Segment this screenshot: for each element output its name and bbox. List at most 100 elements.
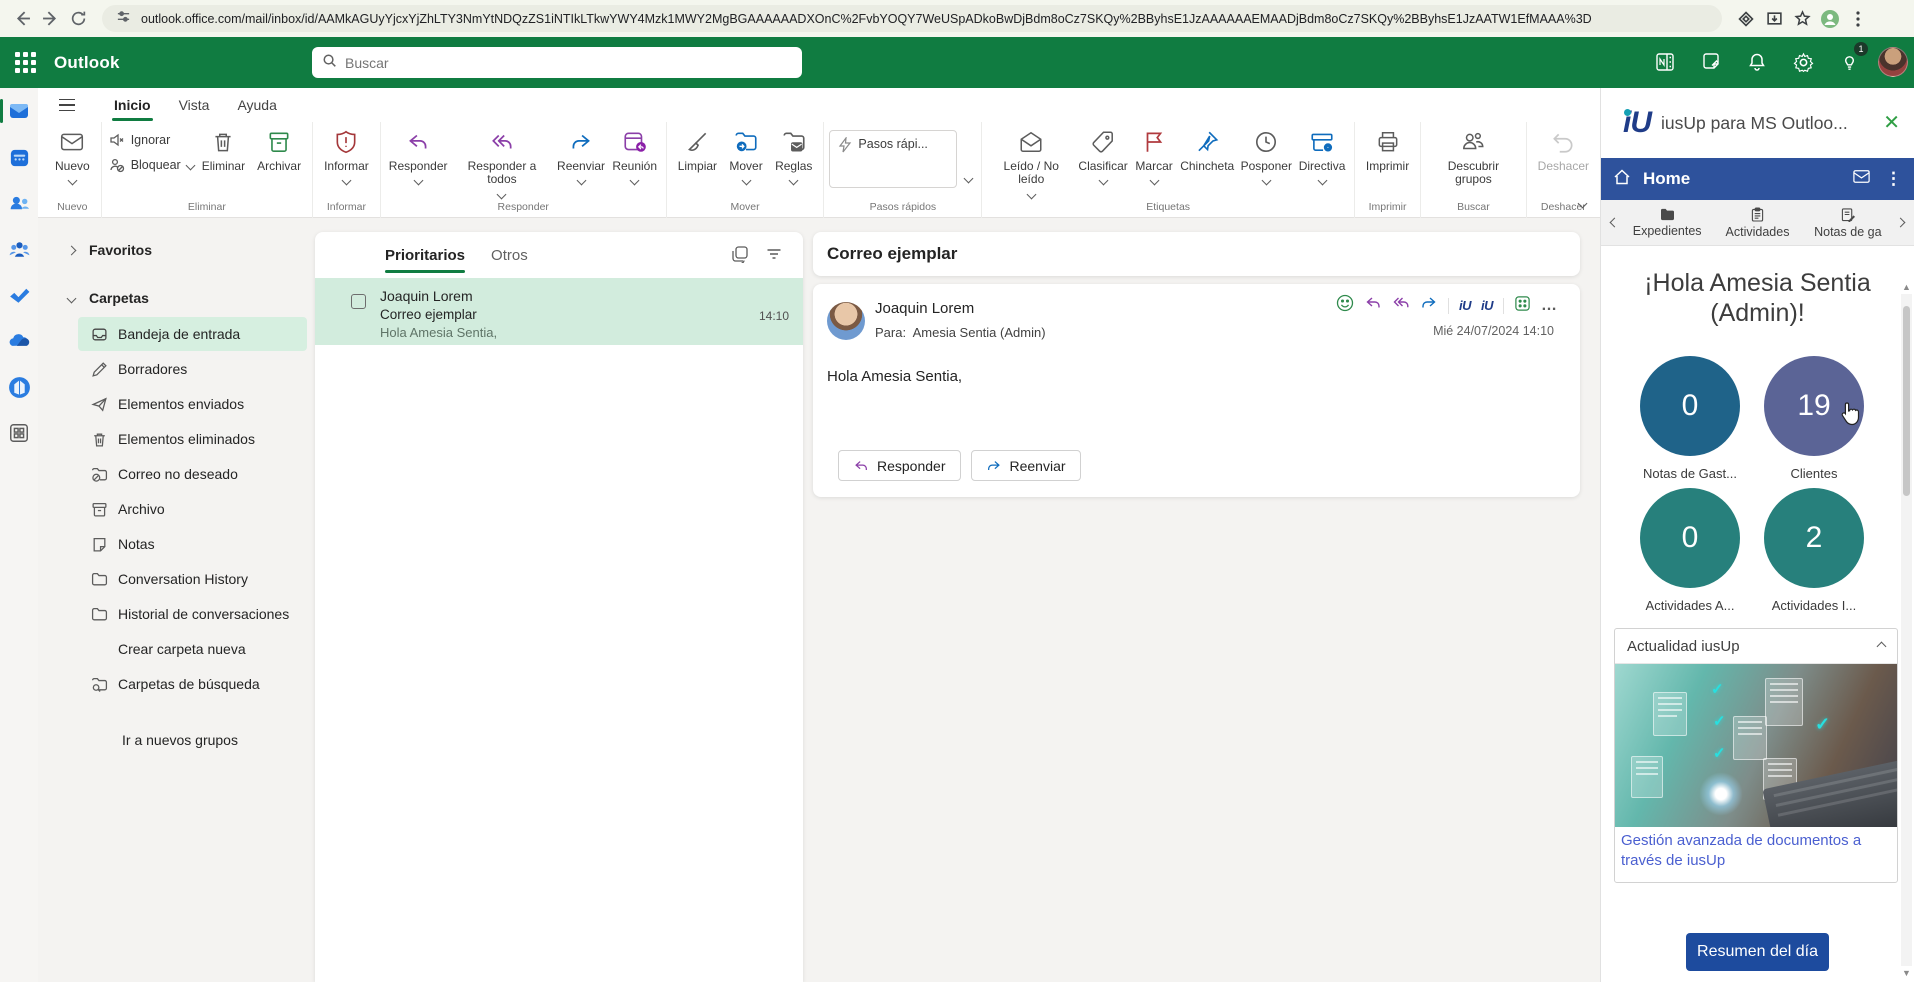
close-icon[interactable]: ✕	[1883, 113, 1900, 133]
folder-notes[interactable]: Notas	[78, 527, 307, 561]
select-messages-icon[interactable]	[731, 245, 749, 268]
tab-notas-gastos[interactable]: Notas de ga	[1803, 207, 1893, 239]
address-bar[interactable]: outlook.office.com/mail/inbox/id/AAMkAGU…	[102, 5, 1722, 32]
snooze-button[interactable]: Posponer	[1237, 124, 1295, 184]
rail-calendar-icon[interactable]	[0, 134, 38, 180]
reply-all-icon[interactable]	[1392, 294, 1410, 317]
folder-sent[interactable]: Elementos enviados	[78, 387, 307, 421]
rail-mail-icon[interactable]	[0, 88, 38, 134]
quick-steps-expand[interactable]	[957, 124, 976, 188]
collapse-chevron-icon[interactable]	[1877, 641, 1887, 651]
flag-button[interactable]: Marcar	[1131, 124, 1177, 184]
search-input[interactable]	[345, 55, 765, 71]
rail-groups-icon[interactable]	[0, 226, 38, 272]
site-info-icon[interactable]	[116, 9, 131, 29]
apps-grid-icon[interactable]	[1514, 295, 1531, 317]
quick-steps-box[interactable]: Pasos rápi...	[829, 130, 957, 188]
onenote-feed-icon[interactable]	[1648, 45, 1682, 79]
forward-button[interactable]: Reenviar	[971, 450, 1081, 481]
home-icon[interactable]	[1613, 168, 1631, 191]
folder-inbox[interactable]: Bandeja de entrada	[78, 317, 307, 351]
more-actions-icon[interactable]: …	[1541, 297, 1558, 315]
extensions-icon[interactable]	[1732, 5, 1760, 33]
folder-search-folders[interactable]: Carpetas de búsqueda	[78, 667, 307, 701]
iusup-addin-icon-2[interactable]: iU	[1481, 298, 1493, 313]
folder-deleted[interactable]: Elementos eliminados	[78, 422, 307, 456]
browser-forward-icon[interactable]	[36, 5, 64, 33]
nav-pane-toggle-icon[interactable]	[52, 92, 82, 118]
tab-expedientes[interactable]: Expedientes	[1622, 208, 1712, 238]
discover-groups-button[interactable]: Descubrir grupos	[1426, 124, 1520, 187]
bookmark-star-icon[interactable]	[1788, 5, 1816, 33]
delete-button[interactable]: Eliminar	[196, 124, 251, 173]
folders-header[interactable]: Carpetas	[38, 280, 315, 316]
rules-button[interactable]: Reglas	[769, 124, 818, 184]
folder-archive[interactable]: Archivo	[78, 492, 307, 526]
app-launcher-icon[interactable]	[8, 46, 42, 80]
tabs-scroll-right-icon[interactable]	[1896, 218, 1906, 228]
block-button[interactable]: Bloquear	[109, 157, 194, 173]
folder-conversation-history[interactable]: Conversation History	[78, 562, 307, 596]
reply-button[interactable]: Responder	[838, 450, 961, 481]
reply-button[interactable]: Responder	[386, 124, 451, 184]
forward-icon[interactable]	[1420, 294, 1438, 317]
reply-all-button[interactable]: Responder a todos	[450, 124, 553, 198]
sender-avatar[interactable]	[827, 302, 865, 340]
tabs-scroll-left-icon[interactable]	[1610, 218, 1620, 228]
reply-icon[interactable]	[1364, 294, 1382, 317]
tab-prioritarios[interactable]: Prioritarios	[385, 247, 465, 264]
browser-back-icon[interactable]	[8, 5, 36, 33]
tab-ayuda[interactable]: Ayuda	[223, 93, 290, 117]
browser-menu-icon[interactable]	[1844, 5, 1872, 33]
counter-actividades-i[interactable]: 2	[1764, 488, 1864, 588]
tab-inicio[interactable]: Inicio	[100, 93, 165, 117]
settings-gear-icon[interactable]	[1786, 45, 1820, 79]
reactions-smiley-icon[interactable]	[1336, 294, 1354, 317]
mail-list-item[interactable]: Joaquin Lorem Correo ejemplar Hola Amesi…	[315, 278, 803, 345]
iusup-addin-icon[interactable]: iU	[1459, 298, 1471, 313]
browser-profile-icon[interactable]	[1816, 5, 1844, 33]
ignore-button[interactable]: Ignorar	[109, 132, 194, 148]
install-app-icon[interactable]	[1760, 5, 1788, 33]
folder-junk[interactable]: Correo no deseado	[78, 457, 307, 491]
recipient-name[interactable]: Amesia Sentia (Admin)	[913, 325, 1046, 340]
read-unread-button[interactable]: Leído / No leído	[987, 124, 1075, 198]
mail-mode-icon[interactable]	[1852, 167, 1871, 191]
move-button[interactable]: Mover	[723, 124, 769, 184]
print-button[interactable]: Imprimir	[1360, 124, 1415, 173]
search-bar[interactable]	[312, 47, 802, 78]
archive-button[interactable]: Archivar	[251, 124, 307, 173]
rail-todo-icon[interactable]	[0, 272, 38, 318]
folder-historial[interactable]: Historial de conversaciones	[78, 597, 307, 631]
favorites-header[interactable]: Favoritos	[38, 232, 315, 268]
meeting-button[interactable]: Reunión	[609, 124, 661, 184]
scroll-down-icon[interactable]: ▼	[1901, 966, 1912, 980]
policy-button[interactable]: Directiva	[1295, 124, 1349, 184]
account-avatar[interactable]	[1878, 47, 1908, 77]
filter-icon[interactable]	[765, 245, 783, 268]
report-button[interactable]: Informar	[318, 124, 375, 184]
counter-notas-gastos[interactable]: 0	[1640, 356, 1740, 456]
create-folder-link[interactable]: Crear carpeta nueva	[78, 632, 307, 666]
notifications-bell-icon[interactable]	[1740, 45, 1774, 79]
counter-actividades-a[interactable]: 0	[1640, 488, 1740, 588]
addin-scrollbar[interactable]: ▲ ▼	[1901, 280, 1912, 980]
tips-bulb-icon[interactable]: 1	[1832, 45, 1866, 79]
tab-vista[interactable]: Vista	[165, 93, 224, 117]
rail-m365-app-icon[interactable]	[0, 364, 38, 410]
day-summary-button[interactable]: Resumen del día	[1686, 933, 1829, 971]
notes-icon[interactable]	[1694, 45, 1728, 79]
rail-people-icon[interactable]	[0, 180, 38, 226]
go-to-groups-link[interactable]: Ir a nuevos grupos	[122, 732, 238, 748]
scroll-up-icon[interactable]: ▲	[1901, 280, 1912, 294]
new-mail-button[interactable]: Nuevo	[49, 124, 96, 184]
rail-onedrive-icon[interactable]	[0, 318, 38, 364]
tab-otros[interactable]: Otros	[491, 247, 528, 264]
addin-menu-icon[interactable]: ⋮	[1885, 169, 1902, 189]
tab-actividades[interactable]: Actividades	[1712, 207, 1802, 239]
sweep-button[interactable]: Limpiar	[672, 124, 723, 173]
browser-reload-icon[interactable]	[64, 5, 92, 33]
news-link[interactable]: Gestión avanzada de documentos a través …	[1615, 827, 1897, 882]
rail-more-apps-icon[interactable]	[0, 410, 38, 456]
categorize-button[interactable]: Clasificar	[1075, 124, 1131, 184]
